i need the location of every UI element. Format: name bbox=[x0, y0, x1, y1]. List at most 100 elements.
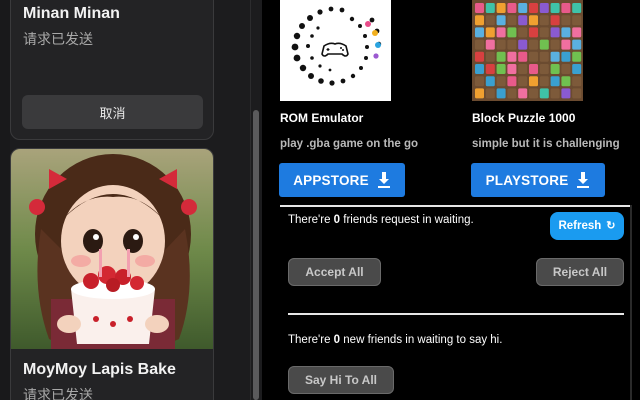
puzzle-block bbox=[561, 51, 571, 62]
puzzle-block bbox=[529, 3, 538, 13]
puzzle-block bbox=[485, 15, 495, 26]
puzzle-block bbox=[518, 51, 528, 62]
puzzle-block bbox=[485, 27, 495, 38]
puzzle-block bbox=[507, 15, 517, 26]
puzzle-block bbox=[475, 64, 484, 74]
puzzle-block bbox=[572, 51, 582, 62]
puzzle-block bbox=[485, 88, 495, 99]
puzzle-block bbox=[572, 76, 582, 87]
puzzle-block bbox=[539, 51, 549, 62]
puzzle-block bbox=[475, 27, 484, 38]
puzzle-block bbox=[507, 51, 517, 62]
puzzle-block bbox=[496, 51, 506, 62]
puzzle-block bbox=[529, 64, 538, 74]
profile-photo bbox=[11, 149, 213, 349]
cancel-button[interactable]: 取消 bbox=[22, 95, 203, 129]
puzzle-block bbox=[539, 15, 549, 26]
puzzle-block bbox=[496, 39, 506, 50]
puzzle-block bbox=[572, 64, 582, 74]
puzzle-block bbox=[572, 15, 582, 26]
puzzle-block bbox=[518, 88, 528, 99]
say-hi-to-all-button[interactable]: Say Hi To All bbox=[288, 366, 394, 394]
puzzle-block bbox=[539, 39, 549, 50]
puzzle-block bbox=[572, 88, 582, 99]
left-panel: Minan Minan 请求已发送 取消 MoyMoy Lapis Bake 请… bbox=[0, 0, 262, 400]
puzzle-block bbox=[550, 27, 560, 38]
appstore-label: APPSTORE bbox=[293, 172, 369, 188]
puzzle-block bbox=[496, 76, 506, 87]
download-icon bbox=[377, 172, 391, 188]
friend-requests-text: There're 0 friends request in waiting. bbox=[288, 214, 474, 226]
scrollbar-thumb[interactable] bbox=[253, 110, 259, 400]
puzzle-block bbox=[539, 3, 549, 13]
puzzle-block bbox=[539, 27, 549, 38]
refresh-button[interactable]: Refresh ↻ bbox=[550, 212, 624, 240]
puzzle-block bbox=[550, 15, 560, 26]
puzzle-block bbox=[496, 64, 506, 74]
block-puzzle-thumbnail[interactable] bbox=[472, 0, 583, 101]
puzzle-block bbox=[496, 15, 506, 26]
puzzle-block bbox=[507, 3, 517, 13]
puzzle-block bbox=[507, 27, 517, 38]
puzzle-block bbox=[539, 64, 549, 74]
puzzle-block bbox=[561, 88, 571, 99]
puzzle-block bbox=[529, 15, 538, 26]
appstore-button[interactable]: APPSTORE bbox=[279, 163, 405, 197]
card-name: MoyMoy Lapis Bake bbox=[23, 361, 176, 378]
puzzle-block bbox=[561, 15, 571, 26]
puzzle-block bbox=[507, 64, 517, 74]
card-status: 请求已发送 bbox=[23, 32, 93, 48]
puzzle-block bbox=[539, 76, 549, 87]
puzzle-block bbox=[572, 3, 582, 13]
puzzle-block bbox=[572, 27, 582, 38]
puzzle-block bbox=[561, 3, 571, 13]
rom-emulator-thumbnail[interactable] bbox=[280, 0, 391, 101]
puzzle-block bbox=[518, 27, 528, 38]
app-name: Block Puzzle 1000 bbox=[472, 111, 576, 125]
puzzle-block bbox=[518, 15, 528, 26]
puzzle-block bbox=[485, 76, 495, 87]
app-name: ROM Emulator bbox=[280, 111, 364, 125]
puzzle-block bbox=[529, 88, 538, 99]
puzzle-block bbox=[561, 76, 571, 87]
new-friends-text: There're 0 new friends in waiting to say… bbox=[288, 334, 503, 346]
left-edge bbox=[0, 0, 10, 400]
puzzle-block bbox=[550, 3, 560, 13]
puzzle-block bbox=[507, 88, 517, 99]
friend-card-minan: Minan Minan 请求已发送 取消 bbox=[10, 0, 214, 140]
accept-all-button[interactable]: Accept All bbox=[288, 258, 381, 286]
puzzle-block bbox=[572, 39, 582, 50]
section-divider bbox=[280, 205, 632, 207]
puzzle-block bbox=[518, 64, 528, 74]
puzzle-block bbox=[518, 76, 528, 87]
reject-all-button[interactable]: Reject All bbox=[536, 258, 624, 286]
puzzle-block bbox=[507, 39, 517, 50]
puzzle-block bbox=[550, 64, 560, 74]
puzzle-block bbox=[507, 76, 517, 87]
puzzle-block bbox=[475, 15, 484, 26]
app-description: play .gba game on the go bbox=[280, 138, 419, 150]
puzzle-block bbox=[550, 76, 560, 87]
puzzle-block bbox=[496, 3, 506, 13]
app-description: simple but it is challenging bbox=[472, 138, 620, 150]
refresh-icon: ↻ bbox=[606, 219, 616, 232]
puzzle-block bbox=[550, 39, 560, 50]
puzzle-block bbox=[529, 27, 538, 38]
right-edge bbox=[630, 205, 632, 400]
puzzle-block bbox=[485, 3, 495, 13]
card-status: 请求已发送 bbox=[23, 388, 93, 400]
playstore-button[interactable]: PLAYSTORE bbox=[471, 163, 605, 197]
puzzle-block bbox=[550, 51, 560, 62]
puzzle-block bbox=[529, 51, 538, 62]
puzzle-block bbox=[475, 39, 484, 50]
card-name: Minan Minan bbox=[23, 5, 120, 22]
puzzle-block bbox=[496, 27, 506, 38]
section-divider bbox=[288, 313, 624, 315]
puzzle-block bbox=[496, 88, 506, 99]
puzzle-block bbox=[561, 64, 571, 74]
puzzle-block bbox=[561, 27, 571, 38]
puzzle-block bbox=[485, 64, 495, 74]
puzzle-block bbox=[485, 51, 495, 62]
puzzle-block bbox=[475, 76, 484, 87]
download-icon bbox=[576, 172, 590, 188]
